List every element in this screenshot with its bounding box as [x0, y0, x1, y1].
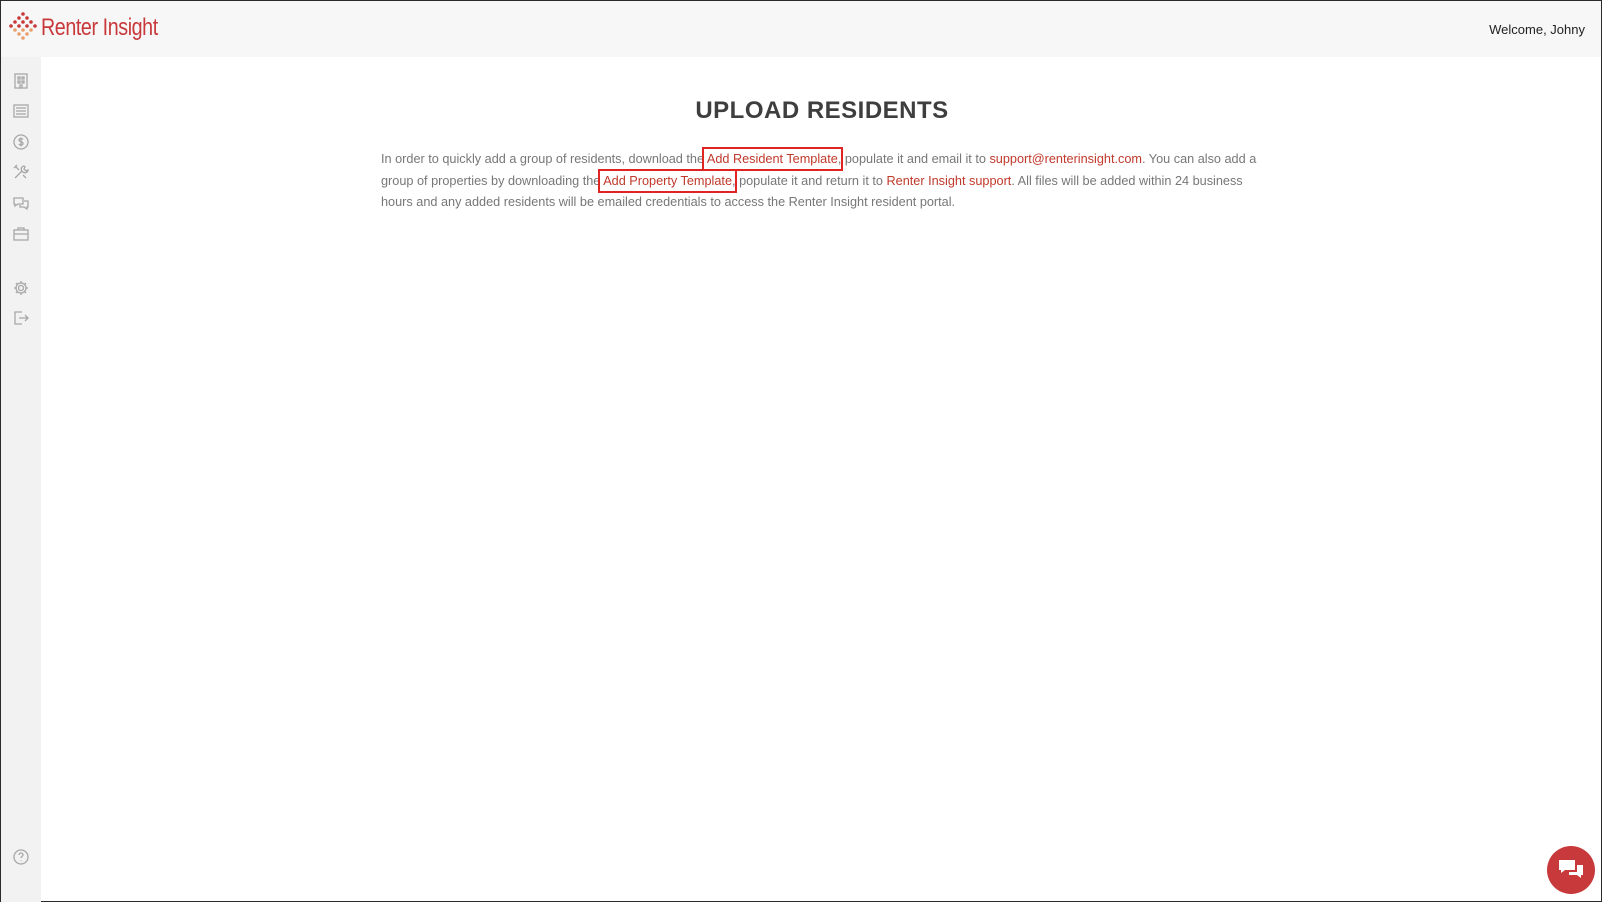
sidebar-item-properties[interactable] [11, 71, 31, 91]
sidebar-item-settings[interactable] [11, 278, 31, 298]
welcome-user[interactable]: Welcome, Johny [1489, 22, 1585, 37]
live-chat-button[interactable] [1547, 846, 1595, 894]
renter-insight-support-link[interactable]: Renter Insight support [886, 174, 1011, 188]
dollar-icon [13, 134, 29, 150]
sidebar-item-help[interactable] [11, 847, 31, 867]
sidebar-item-payments[interactable] [11, 132, 31, 152]
brand-name: Renter Insight [41, 14, 158, 41]
brand-logo[interactable]: Renter Insight [9, 11, 183, 45]
sidebar-item-business[interactable] [11, 224, 31, 244]
page-title: UPLOAD RESIDENTS [695, 97, 949, 124]
briefcase-icon [13, 227, 29, 241]
upload-instructions: In order to quickly add a group of resid… [381, 147, 1266, 214]
add-property-template-link[interactable]: Add Property Template [598, 168, 738, 193]
instructions-text: In order to quickly add a group of resid… [381, 152, 707, 166]
instructions-text: , populate it and return it to [732, 173, 887, 188]
top-bar: Renter Insight Welcome, Johny [1, 1, 1601, 57]
sidebar [1, 57, 41, 902]
instructions-text: , populate it and email it to [837, 152, 990, 166]
chat-icon [13, 197, 29, 211]
sidebar-item-list[interactable] [11, 101, 31, 121]
sidebar-item-logout[interactable] [11, 308, 31, 328]
sidebar-item-maintenance[interactable] [11, 162, 31, 182]
help-icon [13, 849, 29, 865]
list-icon [13, 104, 29, 118]
chat-bubble-icon [1559, 860, 1583, 878]
sidebar-item-messages[interactable] [11, 193, 31, 213]
support-email-link[interactable]: support@renterinsight.com [989, 152, 1142, 166]
gear-icon [14, 281, 28, 295]
logout-icon [14, 311, 29, 325]
add-resident-template-link[interactable]: Add Resident Template [701, 147, 843, 171]
building-icon [14, 73, 28, 89]
logo-mark-icon [9, 12, 37, 40]
tools-icon [13, 164, 29, 179]
